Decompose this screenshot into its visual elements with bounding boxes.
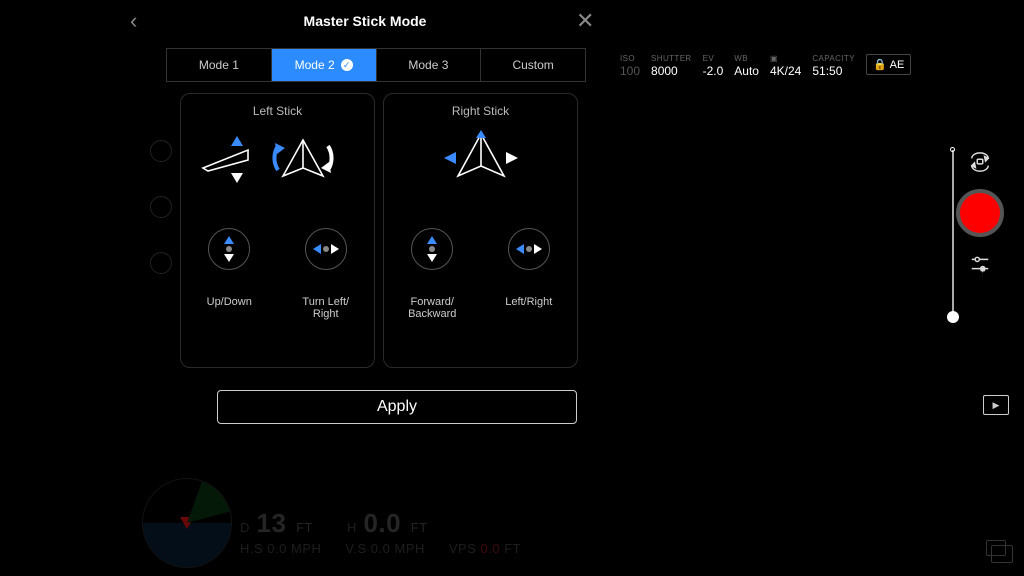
tab-mode2[interactable]: Mode 2 ✓	[272, 49, 377, 81]
cam-shutter: SHUTTER8000	[651, 54, 692, 78]
cam-iso: ISO100	[620, 54, 640, 78]
back-button[interactable]: ‹	[130, 8, 154, 34]
left-stick-diagram	[181, 128, 374, 188]
cam-capacity: CAPACITY51:50	[812, 54, 855, 78]
camera-settings-icon[interactable]: M	[968, 252, 992, 276]
throttle-icon	[208, 228, 250, 270]
right-stick-panel: Right Stick Forward/Backward Left/Right	[383, 93, 578, 368]
right-stick-title: Right Stick	[452, 104, 509, 118]
record-button[interactable]	[956, 189, 1004, 237]
attitude-radar[interactable]	[142, 478, 232, 568]
telemetry-readout: D 13 FT H 0.0 FT H.S 0.0 MPH V.S 0.0 MPH…	[240, 508, 521, 558]
apply-button[interactable]: Apply	[217, 390, 577, 424]
right-stick-diagram	[384, 128, 577, 188]
svg-text:M: M	[981, 266, 985, 271]
modal-title: Master Stick Mode	[154, 13, 576, 29]
multi-screen-icon[interactable]	[986, 540, 1006, 556]
playback-button[interactable]: ▶	[983, 395, 1009, 415]
sidebar-flight-icons	[150, 140, 172, 274]
pitch-icon	[411, 228, 453, 270]
throttle-label: Up/Down	[189, 296, 269, 320]
exposure-slider-track[interactable]	[952, 150, 954, 320]
tab-mode1[interactable]: Mode 1	[167, 49, 272, 81]
mode-icon	[150, 252, 172, 274]
close-button[interactable]: ✕	[576, 8, 600, 34]
ae-lock-button[interactable]: 🔒 AE	[866, 54, 911, 75]
yaw-icon	[305, 228, 347, 270]
left-stick-panel: Left Stick Up/Down Turn Left/Right	[180, 93, 375, 368]
tab-mode3[interactable]: Mode 3	[377, 49, 482, 81]
camera-status-bar: ISO100 SHUTTER8000 EV-2.0 WBAuto ▣4K/24 …	[620, 54, 911, 78]
cam-format: ▣4K/24	[770, 54, 801, 78]
rth-icon	[150, 196, 172, 218]
roll-label: Left/Right	[489, 296, 569, 320]
roll-icon	[508, 228, 550, 270]
yaw-label: Turn Left/Right	[286, 296, 366, 320]
exposure-slider-knob[interactable]	[947, 311, 959, 323]
cam-wb: WBAuto	[734, 54, 759, 78]
left-stick-title: Left Stick	[253, 104, 302, 118]
tab-custom[interactable]: Custom	[481, 49, 585, 81]
check-icon: ✓	[341, 59, 353, 71]
pitch-label: Forward/Backward	[392, 296, 472, 320]
lock-icon: 🔒	[873, 58, 887, 71]
play-icon: ▶	[993, 400, 1000, 411]
takeoff-icon	[150, 140, 172, 162]
switch-camera-icon[interactable]	[968, 150, 992, 174]
cam-ev: EV-2.0	[703, 54, 724, 78]
mode-tabs: Mode 1 Mode 2 ✓ Mode 3 Custom	[166, 48, 586, 82]
